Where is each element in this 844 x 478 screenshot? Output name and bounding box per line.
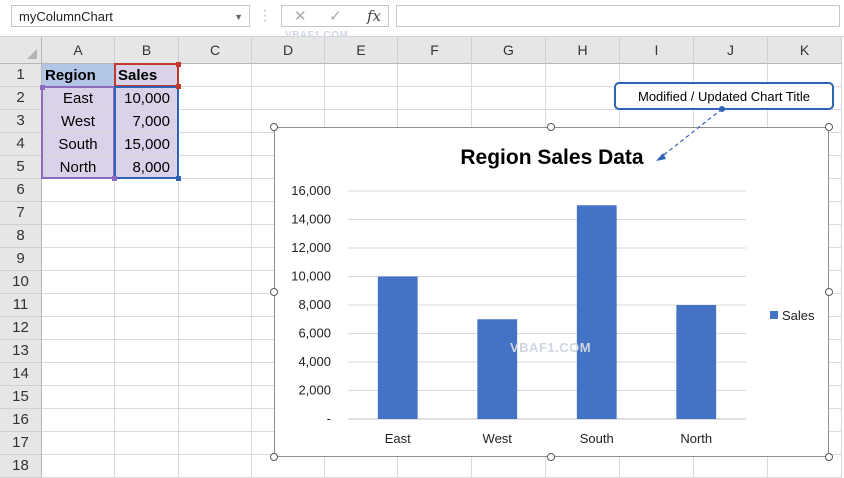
column-header-b[interactable]: B [115, 37, 179, 64]
chart-plot-svg: Region Sales Data - 2,000 4,000 6,000 8,000 1… [291, 146, 815, 446]
column-header-h[interactable]: H [546, 37, 620, 64]
column-header-i[interactable]: I [620, 37, 694, 64]
range-resize-handle[interactable] [40, 85, 45, 90]
row-header-10[interactable]: 10 [0, 271, 42, 294]
gridline-vertical [251, 64, 252, 478]
y-tick-label: 10,000 [291, 269, 331, 284]
insert-function-icon[interactable]: fx [367, 7, 381, 25]
resize-handle-l[interactable] [270, 288, 278, 296]
formula-buttons: ✕ ✓ fx [281, 5, 389, 27]
column-header-c[interactable]: C [179, 37, 252, 64]
range-resize-handle[interactable] [176, 176, 181, 181]
resize-handle-tl[interactable] [270, 123, 278, 131]
column-chart[interactable]: Region Sales Data - 2,000 4,000 6,000 8,000 1… [274, 127, 829, 457]
category-range-highlight [41, 86, 115, 179]
resize-handle-br[interactable] [825, 453, 833, 461]
x-tick-label: West [483, 431, 513, 446]
column-header-k[interactable]: K [768, 37, 842, 64]
row-header-18[interactable]: 18 [0, 455, 42, 478]
y-tick-label: 2,000 [298, 383, 331, 398]
row-header-14[interactable]: 14 [0, 363, 42, 386]
select-all-button[interactable] [0, 37, 42, 64]
row-header-16[interactable]: 16 [0, 409, 42, 432]
row-header-8[interactable]: 8 [0, 225, 42, 248]
cell-a1[interactable]: Region [42, 64, 114, 87]
legend-label[interactable]: Sales [782, 308, 815, 323]
y-tick-label: 12,000 [291, 240, 331, 255]
range-resize-handle[interactable] [112, 176, 117, 181]
y-tick-label: 14,000 [291, 212, 331, 227]
name-box[interactable]: myColumnChart ▼ [11, 5, 250, 27]
bar-south[interactable] [576, 205, 617, 419]
chart-watermark: VBAF1.COM [510, 340, 592, 355]
column-header-j[interactable]: J [694, 37, 768, 64]
row-header-9[interactable]: 9 [0, 248, 42, 271]
resize-handle-tr[interactable] [825, 123, 833, 131]
formula-input[interactable] [396, 5, 840, 27]
legend-swatch [770, 311, 778, 319]
y-tick-label: 8,000 [298, 297, 331, 312]
row-header-3[interactable]: 3 [0, 110, 42, 133]
row-header-2[interactable]: 2 [0, 87, 42, 110]
cancel-icon[interactable]: ✕ [294, 7, 307, 25]
name-box-value: myColumnChart [19, 9, 113, 24]
chevron-down-icon[interactable]: ▼ [234, 6, 243, 28]
gridline-vertical [841, 64, 842, 478]
row-header-7[interactable]: 7 [0, 202, 42, 225]
x-tick-label: South [580, 431, 614, 446]
resize-handle-t[interactable] [547, 123, 555, 131]
column-header-d[interactable]: D [252, 37, 325, 64]
resize-handle-bl[interactable] [270, 453, 278, 461]
range-resize-handle[interactable] [176, 84, 181, 89]
chart-title[interactable]: Region Sales Data [460, 146, 644, 169]
bar-north[interactable] [676, 305, 717, 419]
bar-east[interactable] [377, 276, 418, 420]
drag-handle-icon[interactable]: · · · [263, 4, 267, 26]
x-tick-label: North [680, 431, 712, 446]
y-tick-label: 6,000 [298, 326, 331, 341]
y-tick-label: 16,000 [291, 183, 331, 198]
formula-bar: myColumnChart ▼ · · · ✕ ✓ fx [0, 0, 844, 37]
row-header-11[interactable]: 11 [0, 294, 42, 317]
values-range-highlight [114, 86, 179, 179]
enter-icon[interactable]: ✓ [329, 7, 342, 25]
bar-west[interactable] [477, 319, 518, 419]
row-header-15[interactable]: 15 [0, 386, 42, 409]
row-header-5[interactable]: 5 [0, 156, 42, 179]
column-header-e[interactable]: E [325, 37, 398, 64]
series-name-highlight [114, 63, 179, 87]
y-tick-label: - [327, 411, 331, 426]
title-callout: Modified / Updated Chart Title [614, 82, 834, 110]
row-header-12[interactable]: 12 [0, 317, 42, 340]
row-header-1[interactable]: 1 [0, 64, 42, 87]
row-header-4[interactable]: 4 [0, 133, 42, 156]
column-header-a[interactable]: A [42, 37, 115, 64]
resize-handle-r[interactable] [825, 288, 833, 296]
column-header-f[interactable]: F [398, 37, 472, 64]
resize-handle-b[interactable] [547, 453, 555, 461]
column-header-g[interactable]: G [472, 37, 546, 64]
range-resize-handle[interactable] [176, 62, 181, 67]
row-header-13[interactable]: 13 [0, 340, 42, 363]
x-tick-label: East [385, 431, 411, 446]
row-header-17[interactable]: 17 [0, 432, 42, 455]
y-tick-label: 4,000 [298, 354, 331, 369]
row-header-6[interactable]: 6 [0, 179, 42, 202]
